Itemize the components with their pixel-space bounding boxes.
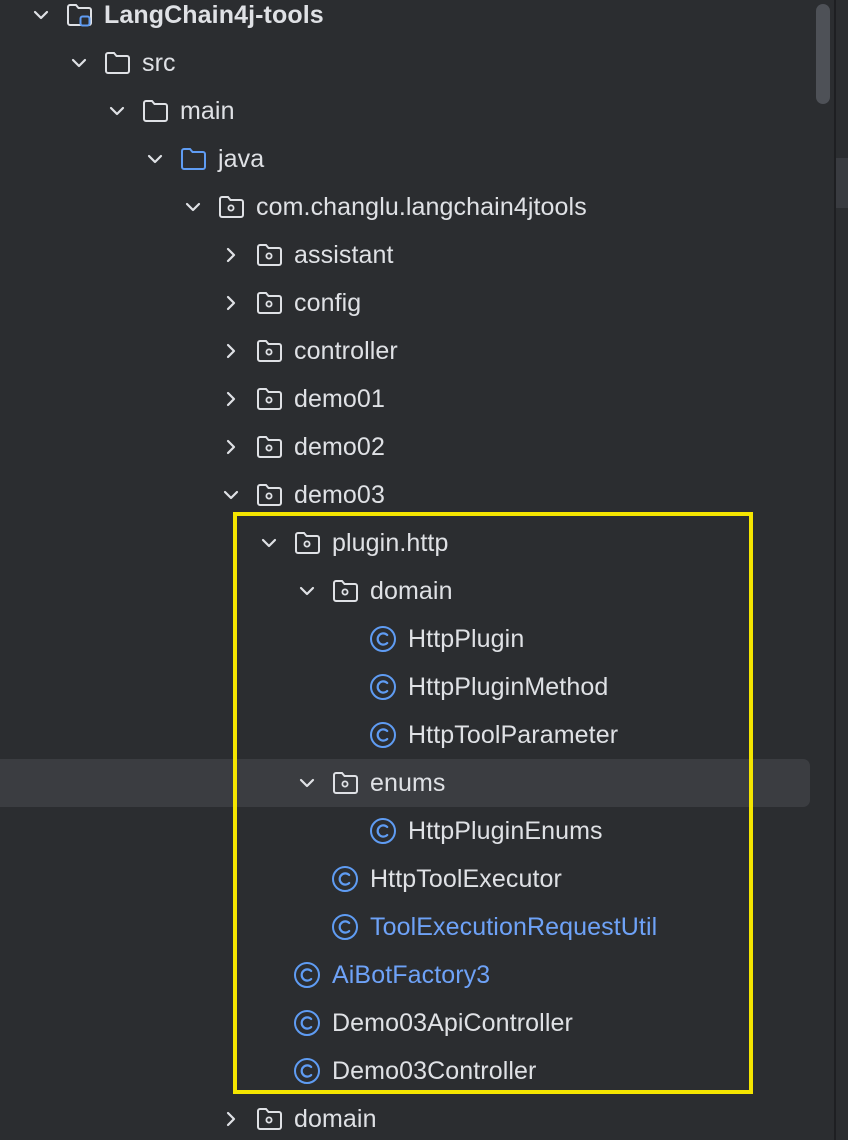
- chevron-down-icon[interactable]: [182, 183, 204, 231]
- tree-row[interactable]: com.changlu.langchain4jtools: [0, 183, 810, 231]
- class-icon: [368, 663, 398, 711]
- tree-item-label: demo03: [294, 481, 385, 509]
- package-icon: [330, 759, 360, 807]
- package-icon: [254, 279, 284, 327]
- tree-row[interactable]: controller: [0, 327, 810, 375]
- chevron-down-icon[interactable]: [30, 0, 52, 39]
- package-icon: [254, 471, 284, 519]
- tree-row[interactable]: HttpPluginMethod: [0, 663, 810, 711]
- tree-item-label: src: [142, 49, 176, 77]
- tree-row[interactable]: HttpPluginEnums: [0, 807, 810, 855]
- chevron-down-icon[interactable]: [296, 567, 318, 615]
- tree-item-label: demo02: [294, 433, 385, 461]
- chevron-right-icon[interactable]: [220, 231, 242, 279]
- tree-item-label: enums: [370, 769, 446, 797]
- tree-item-label: config: [294, 289, 362, 317]
- tree-item-label: Demo03Controller: [332, 1057, 537, 1085]
- tree-item-label: assistant: [294, 241, 394, 269]
- chevron-down-icon[interactable]: [220, 471, 242, 519]
- module-folder-icon: [64, 0, 94, 39]
- package-icon: [330, 567, 360, 615]
- tree-item-label: java: [218, 145, 265, 173]
- tree-item-label: domain: [370, 577, 453, 605]
- tree-row[interactable]: domain: [0, 1095, 810, 1140]
- tree-item-label: controller: [294, 337, 398, 365]
- tree-item-label: com.changlu.langchain4jtools: [256, 193, 587, 221]
- class-icon: [330, 903, 360, 951]
- tree-row[interactable]: ToolExecutionRequestUtil: [0, 903, 810, 951]
- tree-row[interactable]: src: [0, 39, 810, 87]
- editor-edge-marker: [836, 158, 848, 208]
- chevron-right-icon[interactable]: [220, 375, 242, 423]
- tree-row[interactable]: domain: [0, 567, 810, 615]
- tree-item-label: HttpPlugin: [408, 625, 525, 653]
- tree-row[interactable]: plugin.http: [0, 519, 810, 567]
- tree-item-label: HttpToolParameter: [408, 721, 619, 749]
- tree-item-label: ToolExecutionRequestUtil: [370, 913, 658, 941]
- chevron-right-icon[interactable]: [220, 1095, 242, 1140]
- class-icon: [368, 711, 398, 759]
- tree-row[interactable]: config: [0, 279, 810, 327]
- tree-item-label: HttpPluginMethod: [408, 673, 609, 701]
- chevron-down-icon[interactable]: [258, 519, 280, 567]
- package-icon: [216, 183, 246, 231]
- folder-icon: [140, 87, 170, 135]
- tree-row[interactable]: assistant: [0, 231, 810, 279]
- chevron-down-icon[interactable]: [106, 87, 128, 135]
- scrollbar-track[interactable]: [812, 0, 834, 1140]
- package-icon: [254, 231, 284, 279]
- class-icon: [292, 951, 322, 999]
- tree-item-label: main: [180, 97, 235, 125]
- tree-item-label: LangChain4j-tools: [104, 1, 324, 29]
- tree-item-label: Demo03ApiController: [332, 1009, 573, 1037]
- project-tree: LangChain4j-tools src main java com.changlu.…: [0, 0, 848, 1140]
- package-icon: [254, 1095, 284, 1140]
- tree-row[interactable]: HttpToolParameter: [0, 711, 810, 759]
- tree-row[interactable]: LangChain4j-tools: [0, 0, 810, 39]
- tree-item-label: domain: [294, 1105, 377, 1133]
- tree-row[interactable]: main: [0, 87, 810, 135]
- tree-row[interactable]: HttpPlugin: [0, 615, 810, 663]
- tree-row[interactable]: HttpToolExecutor: [0, 855, 810, 903]
- chevron-down-icon[interactable]: [296, 759, 318, 807]
- tree-item-label: plugin.http: [332, 529, 449, 557]
- chevron-down-icon[interactable]: [144, 135, 166, 183]
- tree-item-label: demo01: [294, 385, 385, 413]
- class-icon: [368, 615, 398, 663]
- chevron-right-icon[interactable]: [220, 423, 242, 471]
- chevron-right-icon[interactable]: [220, 279, 242, 327]
- package-icon: [254, 375, 284, 423]
- package-icon: [254, 327, 284, 375]
- tree-row[interactable]: AiBotFactory3: [0, 951, 810, 999]
- tree-row[interactable]: demo03: [0, 471, 810, 519]
- class-icon: [292, 999, 322, 1047]
- class-icon: [292, 1047, 322, 1095]
- package-icon: [254, 423, 284, 471]
- source-root-folder-icon: [178, 135, 208, 183]
- tree-row[interactable]: demo02: [0, 423, 810, 471]
- tree-row[interactable]: Demo03ApiController: [0, 999, 810, 1047]
- tree-row[interactable]: demo01: [0, 375, 810, 423]
- folder-icon: [102, 39, 132, 87]
- class-icon: [330, 855, 360, 903]
- scrollbar-thumb[interactable]: [816, 4, 830, 104]
- tree-item-label: AiBotFactory3: [332, 961, 491, 989]
- chevron-right-icon[interactable]: [220, 327, 242, 375]
- class-icon: [368, 807, 398, 855]
- chevron-down-icon[interactable]: [68, 39, 90, 87]
- package-icon: [292, 519, 322, 567]
- tree-row[interactable]: Demo03Controller: [0, 1047, 810, 1095]
- tree-item-label: HttpPluginEnums: [408, 817, 603, 845]
- tree-row[interactable]: enums: [0, 759, 810, 807]
- tree-item-label: HttpToolExecutor: [370, 865, 562, 893]
- tree-row[interactable]: java: [0, 135, 810, 183]
